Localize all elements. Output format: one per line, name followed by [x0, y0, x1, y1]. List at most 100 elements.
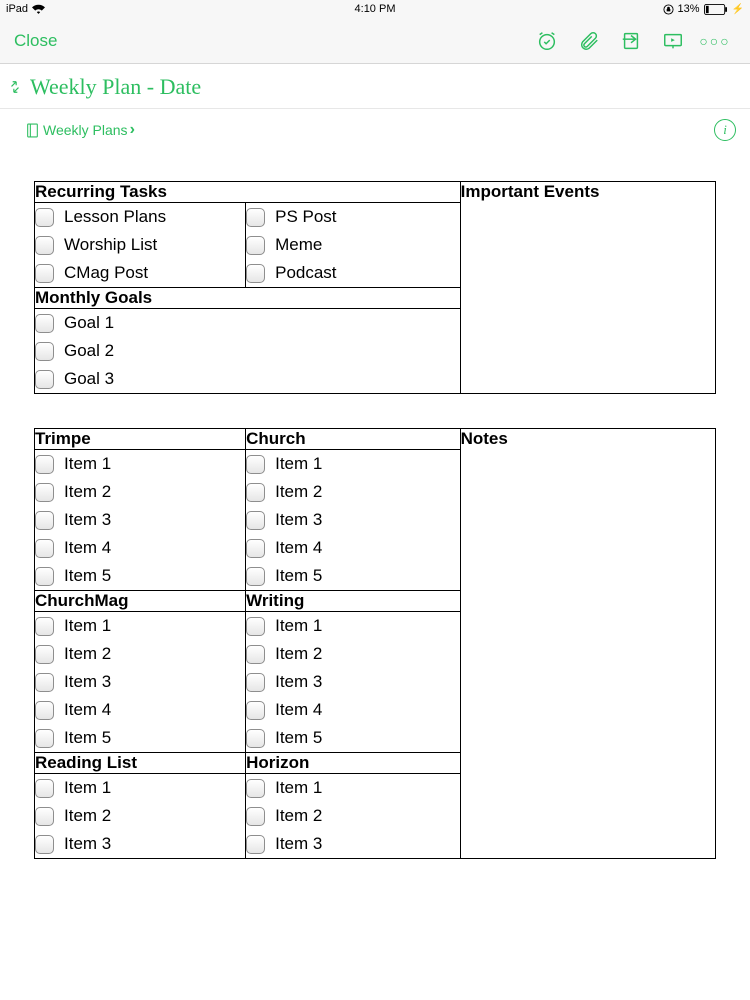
checkbox[interactable] [35, 729, 54, 748]
item-label: Item 5 [64, 566, 111, 586]
list-item: Item 5 [246, 562, 460, 590]
item-label: Item 3 [275, 510, 322, 530]
checkbox[interactable] [246, 236, 265, 255]
monthly-header: Monthly Goals [35, 288, 461, 309]
list-item: Item 5 [246, 724, 460, 752]
close-button[interactable]: Close [14, 31, 57, 51]
info-icon[interactable]: i [714, 119, 736, 141]
section-cell: Item 1 Item 2 Item 3 [246, 774, 461, 859]
checkbox[interactable] [35, 264, 54, 283]
list-item: Item 5 [35, 562, 245, 590]
list-item: Goal 2 [35, 337, 460, 365]
item-label: Item 4 [64, 700, 111, 720]
checkbox[interactable] [35, 617, 54, 636]
item-label: Item 1 [275, 778, 322, 798]
item-label: Item 5 [275, 566, 322, 586]
list-item: Item 1 [246, 450, 460, 478]
battery-pct: 13% [678, 3, 700, 15]
goal-label: Goal 1 [64, 313, 114, 333]
list-item: Item 4 [246, 534, 460, 562]
item-label: Item 4 [64, 538, 111, 558]
checkbox[interactable] [35, 567, 54, 586]
checkbox[interactable] [246, 511, 265, 530]
reminder-icon[interactable] [526, 18, 568, 64]
section-header: Writing [246, 591, 461, 612]
checkbox[interactable] [246, 567, 265, 586]
item-label: Item 3 [275, 834, 322, 854]
checkbox[interactable] [246, 835, 265, 854]
checkbox[interactable] [35, 807, 54, 826]
checkbox[interactable] [35, 455, 54, 474]
list-item: Item 1 [35, 450, 245, 478]
item-label: Item 1 [275, 616, 322, 636]
checkbox[interactable] [246, 208, 265, 227]
list-item: Worship List [35, 231, 245, 259]
checkbox[interactable] [35, 835, 54, 854]
checkbox[interactable] [35, 539, 54, 558]
item-label: Item 4 [275, 538, 322, 558]
more-icon[interactable]: ○○○ [694, 18, 736, 64]
collapse-icon[interactable] [6, 80, 24, 94]
title-row: Weekly Plan - Date [0, 64, 750, 109]
device-label: iPad [6, 3, 28, 15]
item-label: Item 2 [275, 806, 322, 826]
item-label: Item 1 [275, 454, 322, 474]
item-label: Item 2 [64, 482, 111, 502]
item-label: Item 3 [64, 510, 111, 530]
item-label: Item 1 [64, 616, 111, 636]
list-item: Item 4 [35, 534, 245, 562]
section-cell: Item 1 Item 2 Item 3 Item 4 Item 5 [35, 612, 246, 753]
section-header: Horizon [246, 753, 461, 774]
checkbox[interactable] [35, 483, 54, 502]
section-cell: Item 1 Item 2 Item 3 [35, 774, 246, 859]
note-body[interactable]: Recurring Tasks Important Events Lesson … [0, 147, 750, 859]
checkbox[interactable] [35, 645, 54, 664]
list-item: Item 2 [35, 802, 245, 830]
list-item: Item 4 [246, 696, 460, 724]
orientation-lock-icon [663, 4, 674, 15]
checkbox[interactable] [35, 673, 54, 692]
checkbox[interactable] [35, 342, 54, 361]
recurring-col1-cell: Lesson Plans Worship List CMag Post [35, 203, 246, 288]
checkbox[interactable] [246, 539, 265, 558]
checkbox[interactable] [35, 314, 54, 333]
item-label: Item 2 [275, 644, 322, 664]
checkbox[interactable] [246, 264, 265, 283]
share-icon[interactable] [610, 18, 652, 64]
checkbox[interactable] [35, 701, 54, 720]
attachment-icon[interactable] [568, 18, 610, 64]
list-item: Item 1 [246, 612, 460, 640]
checkbox[interactable] [35, 370, 54, 389]
item-label: Item 4 [275, 700, 322, 720]
item-label: Item 1 [64, 778, 111, 798]
checkbox[interactable] [35, 236, 54, 255]
task-label: Lesson Plans [64, 207, 166, 227]
section-cell: Item 1 Item 2 Item 3 Item 4 Item 5 [246, 612, 461, 753]
checkbox[interactable] [35, 511, 54, 530]
presentation-icon[interactable] [652, 18, 694, 64]
task-label: PS Post [275, 207, 336, 227]
note-title[interactable]: Weekly Plan - Date [30, 74, 201, 100]
checkbox[interactable] [246, 779, 265, 798]
notebook-link[interactable]: Weekly Plans [43, 122, 128, 138]
checkbox[interactable] [246, 701, 265, 720]
checkbox[interactable] [35, 779, 54, 798]
section-cell: Item 1 Item 2 Item 3 Item 4 Item 5 [246, 450, 461, 591]
list-item: PS Post [246, 203, 460, 231]
breadcrumb-row: Weekly Plans › i [0, 109, 750, 147]
bottom-table: Trimpe Church Notes Item 1 Item 2 Item 3… [34, 428, 716, 859]
list-item: Podcast [246, 259, 460, 287]
app-toolbar: Close ○○○ [0, 18, 750, 64]
checkbox[interactable] [246, 645, 265, 664]
list-item: Item 1 [35, 612, 245, 640]
checkbox[interactable] [246, 483, 265, 502]
section-header: Trimpe [35, 429, 246, 450]
checkbox[interactable] [35, 208, 54, 227]
checkbox[interactable] [246, 673, 265, 692]
task-label: CMag Post [64, 263, 148, 283]
checkbox[interactable] [246, 807, 265, 826]
checkbox[interactable] [246, 617, 265, 636]
goal-label: Goal 2 [64, 341, 114, 361]
checkbox[interactable] [246, 455, 265, 474]
checkbox[interactable] [246, 729, 265, 748]
